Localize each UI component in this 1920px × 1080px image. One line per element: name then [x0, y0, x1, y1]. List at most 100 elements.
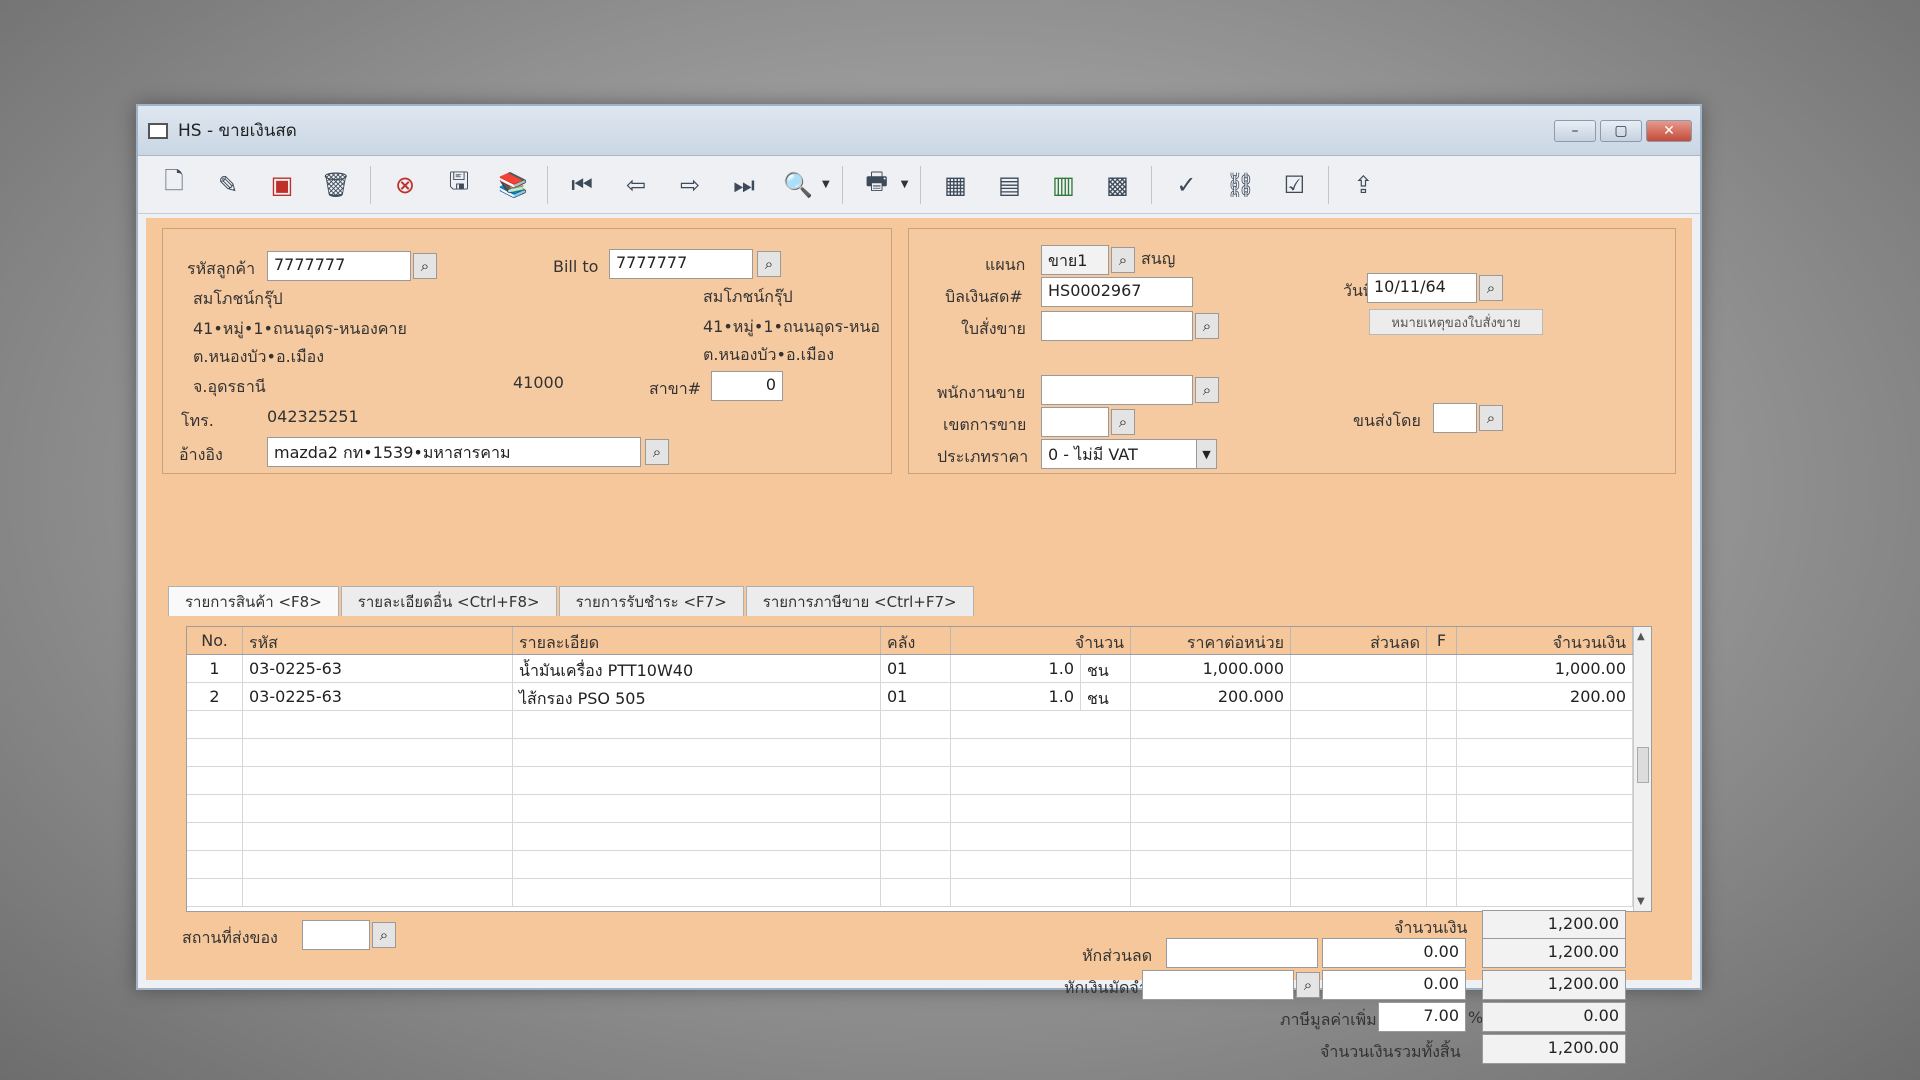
scroll-down-icon[interactable]: ▼ [1637, 896, 1645, 907]
customer-code-search-icon[interactable]: ⌕ [413, 253, 437, 279]
grand-total-field: 1,200.00 [1482, 1034, 1626, 1064]
tab-sales-tax[interactable]: รายการภาษีขาย <Ctrl+F7> [745, 586, 974, 616]
approve-icon[interactable]: ✓ [1164, 163, 1208, 207]
customer-panel: รหัสลูกค้า 7777777 ⌕ สมโภชน์กรุ๊ป 41•หมู… [162, 228, 892, 474]
cell-f [1427, 683, 1457, 710]
sales-order-field[interactable] [1041, 311, 1193, 341]
sales-area-search-icon[interactable]: ⌕ [1111, 409, 1135, 435]
column-header-quantity[interactable]: จำนวน [951, 627, 1131, 654]
report-icon[interactable]: ▥ [1041, 163, 1085, 207]
first-record-icon[interactable]: ⏮ [560, 163, 604, 207]
ship-place-label: สถานที่ส่งของ [182, 928, 278, 947]
calendar-icon[interactable]: ▩ [1095, 163, 1139, 207]
cell-discount [1291, 683, 1427, 710]
tab-other-details[interactable]: รายละเอียดอื่น <Ctrl+F8> [340, 586, 557, 616]
link-icon[interactable]: ⛓ [1218, 163, 1262, 207]
empty-row[interactable] [187, 739, 1651, 767]
price-type-select[interactable]: 0 - ไม่มี VAT ▼ [1041, 439, 1217, 469]
toolbar-separator [547, 165, 548, 204]
department-field[interactable]: ขาย1 [1041, 245, 1109, 275]
toolbar-separator [920, 165, 922, 204]
void-icon[interactable]: ▣ [260, 163, 304, 207]
previous-record-icon[interactable]: ⇦ [614, 163, 658, 207]
discount-value-field[interactable]: 0.00 [1322, 938, 1466, 968]
ship-by-field[interactable] [1433, 403, 1477, 433]
tab-items[interactable]: รายการสินค้า <F8> [168, 586, 339, 616]
column-header-discount[interactable]: ส่วนลด [1291, 627, 1427, 654]
sales-area-field[interactable] [1041, 407, 1109, 437]
close-button[interactable]: ✕ [1646, 119, 1692, 142]
table-row[interactable]: 2 03-0225-63 ไส้กรอง PSO 505 01 1.0 ชน 2… [187, 683, 1651, 711]
empty-row[interactable] [187, 851, 1651, 879]
edit-icon[interactable]: ✎ [206, 163, 250, 207]
vat-rate-field[interactable]: 7.00 [1378, 1002, 1466, 1032]
column-header-no[interactable]: No. [187, 627, 243, 654]
sales-order-search-icon[interactable]: ⌕ [1195, 313, 1219, 339]
customer-code-field[interactable]: 7777777 [267, 251, 411, 281]
scrollbar-thumb[interactable] [1637, 747, 1649, 783]
table-vertical-scrollbar[interactable]: ▲ ▼ [1633, 627, 1651, 911]
discount-total-field: 1,200.00 [1482, 938, 1626, 968]
reference-field[interactable]: mazda2 กท•1539•มหาสารคาม [267, 437, 641, 467]
sales-order-note-button[interactable]: หมายเหตุของใบสั่งขาย [1369, 309, 1543, 335]
form-area: รหัสลูกค้า 7777777 ⌕ สมโภชน์กรุ๊ป 41•หมู… [146, 218, 1692, 1064]
last-record-icon[interactable]: ⏭ [722, 163, 766, 207]
screen-icon[interactable]: ▤ [987, 163, 1031, 207]
deposit-value-field[interactable]: 0.00 [1322, 970, 1466, 1000]
search-dropdown-arrow-icon[interactable]: ▼ [822, 179, 830, 190]
salesperson-search-icon[interactable]: ⌕ [1195, 377, 1219, 403]
items-table[interactable]: No. รหัส รายละเอียด คลัง จำนวน ราคาต่อหน… [186, 626, 1652, 912]
search-icon[interactable]: 🔍 [776, 163, 820, 207]
empty-row[interactable] [187, 711, 1651, 739]
next-record-icon[interactable]: ⇨ [668, 163, 712, 207]
cell-warehouse: 01 [881, 683, 951, 710]
minimize-button[interactable]: – [1554, 119, 1596, 142]
empty-row[interactable] [187, 823, 1651, 851]
calculator-icon[interactable]: ▦ [933, 163, 977, 207]
save-icon[interactable]: 🖫 [437, 163, 481, 207]
new-document-icon[interactable]: 🗋 [152, 163, 196, 207]
empty-row[interactable] [187, 795, 1651, 823]
column-header-f[interactable]: F [1427, 627, 1457, 654]
print-dropdown-arrow-icon[interactable]: ▼ [901, 179, 909, 190]
empty-row[interactable] [187, 767, 1651, 795]
customer-postcode: 41000 [513, 373, 564, 392]
deposit-search-icon[interactable]: ⌕ [1296, 972, 1320, 998]
deposit-text-field[interactable] [1142, 970, 1294, 1000]
cash-bill-field[interactable]: HS0002967 [1041, 277, 1193, 307]
column-header-description[interactable]: รายละเอียด [513, 627, 881, 654]
cell-unit: ชน [1081, 655, 1131, 682]
department-search-icon[interactable]: ⌕ [1111, 247, 1135, 273]
table-row[interactable]: 1 03-0225-63 น้ำมันเครื่อง PTT10W40 01 1… [187, 655, 1651, 683]
column-header-amount[interactable]: จำนวนเงิน [1457, 627, 1633, 654]
empty-row[interactable] [187, 879, 1651, 907]
bill-to-search-icon[interactable]: ⌕ [757, 251, 781, 277]
export-icon[interactable]: ⇪ [1341, 163, 1385, 207]
column-header-warehouse[interactable]: คลัง [881, 627, 951, 654]
trash-icon[interactable]: 🗑 [314, 163, 358, 207]
date-field[interactable]: 10/11/64 [1367, 273, 1477, 303]
books-icon[interactable]: 📚 [491, 163, 535, 207]
date-picker-icon[interactable]: ⌕ [1479, 275, 1503, 301]
salesperson-field[interactable] [1041, 375, 1193, 405]
reference-search-icon[interactable]: ⌕ [645, 439, 669, 465]
ship-place-search-icon[interactable]: ⌕ [372, 922, 396, 948]
cell-description: น้ำมันเครื่อง PTT10W40 [513, 655, 881, 682]
bill-to-field[interactable]: 7777777 [609, 249, 753, 279]
scroll-up-icon[interactable]: ▲ [1637, 631, 1645, 642]
detail-tabs: รายการสินค้า <F8> รายละเอียดอื่น <Ctrl+F… [168, 586, 976, 616]
branch-field[interactable]: 0 [711, 371, 783, 401]
chevron-down-icon[interactable]: ▼ [1196, 440, 1216, 468]
confirm-ok-icon[interactable]: ☑ [1272, 163, 1316, 207]
discount-text-field[interactable] [1166, 938, 1318, 968]
printer-icon[interactable]: 🖶 [855, 163, 899, 207]
maximize-button[interactable]: ▢ [1600, 119, 1642, 142]
ship-by-search-icon[interactable]: ⌕ [1479, 405, 1503, 431]
column-header-unit-price[interactable]: ราคาต่อหน่วย [1131, 627, 1291, 654]
ship-place-field[interactable] [302, 920, 370, 950]
column-header-code[interactable]: รหัส [243, 627, 513, 654]
cell-amount: 200.00 [1457, 683, 1633, 710]
tab-payments[interactable]: รายการรับชำระ <F7> [558, 586, 744, 616]
toolbar-separator [841, 165, 843, 204]
cancel-icon[interactable]: ⊗ [383, 163, 427, 207]
